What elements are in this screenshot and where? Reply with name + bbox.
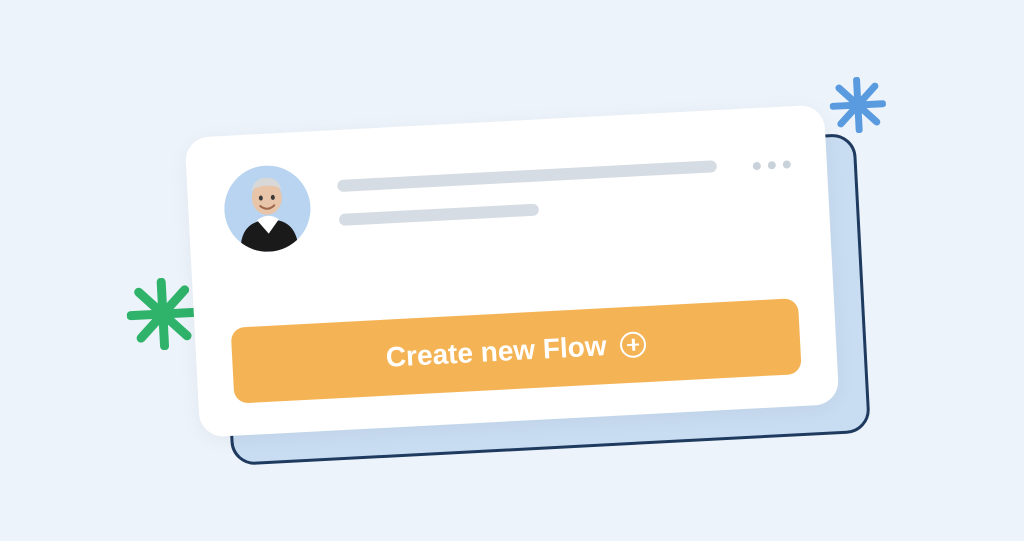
more-horizontal-icon [768, 161, 776, 169]
more-horizontal-icon [753, 161, 761, 169]
card-header [222, 138, 794, 254]
sparkle-decoration-icon [828, 76, 887, 140]
sparkle-decoration-icon [125, 276, 201, 357]
placeholder-line [337, 160, 717, 192]
placeholder-text-lines [336, 141, 727, 225]
plus-circle-icon [620, 331, 647, 358]
more-horizontal-icon [783, 160, 791, 168]
placeholder-line [339, 203, 539, 225]
more-menu-button[interactable] [751, 138, 791, 170]
flow-card: Create new Flow [185, 104, 840, 437]
avatar [222, 163, 312, 253]
create-new-flow-button[interactable]: Create new Flow [231, 298, 802, 404]
cta-label: Create new Flow [385, 330, 607, 374]
